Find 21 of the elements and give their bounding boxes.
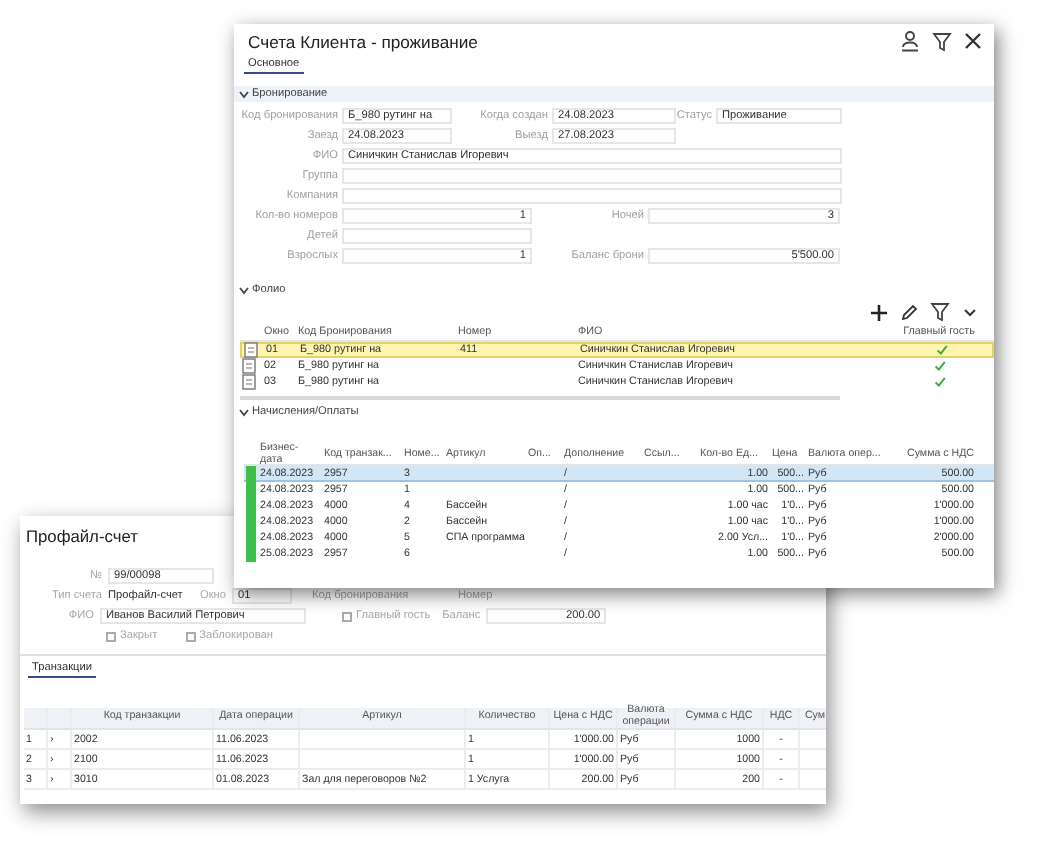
- window-title: Счета Клиента - проживание: [248, 31, 480, 51]
- filter-icon[interactable]: [932, 31, 952, 51]
- add-icon[interactable]: [870, 303, 888, 321]
- input-field[interactable]: [342, 228, 532, 244]
- pencil-icon[interactable]: [900, 303, 918, 321]
- filter-icon[interactable]: [930, 302, 950, 322]
- chevron-down-icon[interactable]: [962, 304, 978, 320]
- close-icon[interactable]: [964, 32, 982, 50]
- document-icon[interactable]: [242, 373, 256, 389]
- input-field[interactable]: [342, 168, 842, 184]
- checkbox[interactable]: [185, 631, 196, 641]
- checkbox[interactable]: [342, 611, 352, 621]
- checkbox[interactable]: [106, 631, 116, 641]
- document-icon[interactable]: [242, 357, 256, 373]
- person-icon[interactable]: [900, 30, 920, 52]
- window-title: Профайл-счет: [26, 526, 138, 546]
- chevron-icon[interactable]: [238, 406, 250, 418]
- input-field[interactable]: [342, 188, 842, 204]
- chevron-icon[interactable]: [238, 284, 250, 296]
- document-icon[interactable]: [244, 342, 258, 358]
- chevron-icon[interactable]: [238, 88, 250, 100]
